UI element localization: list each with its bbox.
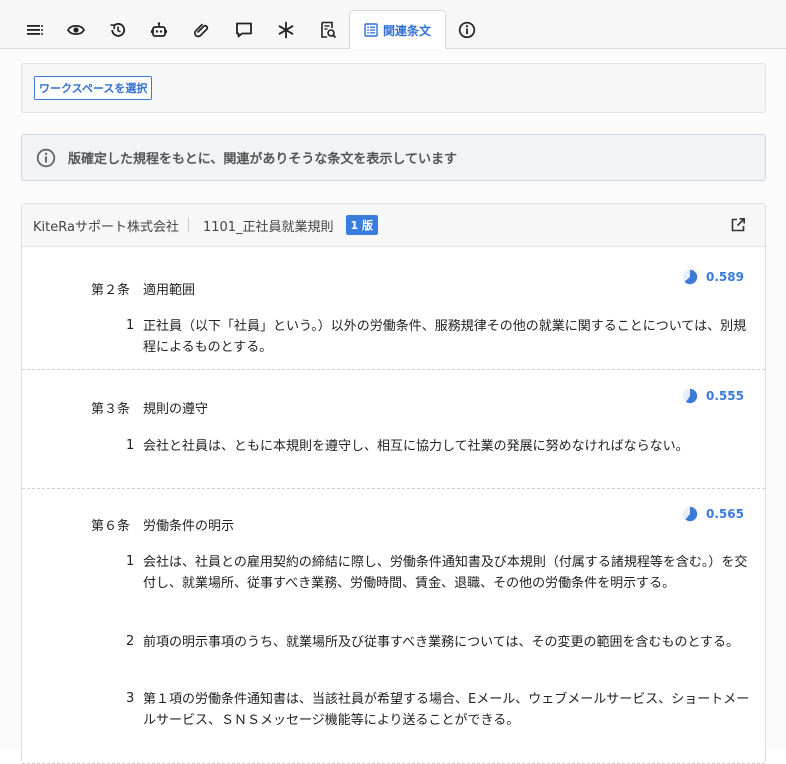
paragraph-number: 2 [126, 634, 135, 649]
tab-search[interactable] [310, 11, 346, 49]
document-name: 1101_正社員就業規則 [202, 219, 334, 235]
score-pie-icon [682, 388, 698, 404]
score-pie-icon [682, 506, 698, 522]
tab-related-articles-label: 関連条文 [382, 23, 431, 38]
article-number: 第２条 [91, 283, 131, 298]
score-value: 0.555 [706, 389, 744, 403]
company-name: KiteRaサポート株式会社 [33, 219, 179, 235]
header-divider [187, 218, 189, 232]
article-item[interactable]: 第６条 労働条件の明示 0.565 1 会社は、社員との雇用契約の締結に際し、労… [22, 489, 765, 764]
info-banner: 版確定した規程をもとに、関連がありそうな条文を表示しています [21, 134, 766, 181]
tab-preview[interactable] [58, 11, 94, 49]
relevance-score: 0.589 [682, 269, 744, 285]
relevance-score: 0.555 [682, 388, 744, 404]
score-value: 0.589 [706, 270, 744, 284]
paragraph-number: 1 [126, 318, 135, 333]
search-doc-icon [321, 21, 337, 39]
tab-info[interactable] [449, 11, 485, 49]
asterisk-icon [278, 21, 294, 39]
paragraph-text: 前項の明示事項のうち、就業場所及び従事すべき業務については、その変更の範囲を含む… [143, 635, 740, 650]
paperclip-icon [194, 23, 209, 38]
article-item[interactable]: 第３条 規則の遵守 0.555 1 会社と社員は、ともに本規則を遵守し、相互に協… [22, 370, 765, 489]
external-link-icon[interactable] [730, 217, 746, 233]
document-panel: KiteRaサポート株式会社 1101_正社員就業規則 1 版 第２条 適用範囲… [21, 203, 766, 764]
tab-comments[interactable] [226, 11, 262, 49]
tab-related-articles[interactable]: 関連条文 [349, 10, 446, 50]
paragraph-text: 第１項の労働条件通知書は、当該社員が希望する場合、Eメール、ウェブメールサービス… [143, 692, 750, 728]
version-badge: 1 版 [345, 215, 379, 235]
select-workspace-button[interactable]: ワークスペースを選択 [34, 76, 153, 100]
info-icon [458, 21, 476, 39]
related-articles-icon [364, 23, 378, 37]
info-circle-icon [36, 148, 56, 167]
comment-icon [236, 22, 252, 38]
paragraph-number: 1 [126, 554, 135, 569]
tab-bar: 関連条文 [0, 0, 786, 50]
tab-history[interactable] [100, 11, 136, 49]
workspace-box: ワークスペースを選択 [21, 63, 766, 113]
article-title: 規則の遵守 [143, 402, 209, 417]
tab-list[interactable] [17, 11, 53, 49]
document-header: KiteRaサポート株式会社 1101_正社員就業規則 1 版 [22, 204, 765, 247]
robot-icon [151, 22, 167, 37]
info-text: 版確定した規程をもとに、関連がありそうな条文を表示しています [68, 152, 457, 167]
score-pie-icon [682, 269, 698, 285]
article-title: 労働条件の明示 [143, 519, 235, 534]
history-icon [110, 23, 126, 37]
tab-attachments[interactable] [184, 11, 220, 49]
article-item[interactable]: 第２条 適用範囲 0.589 1 正社員（以下「社員」という。）以外の労働条件、… [22, 248, 765, 370]
paragraph-number: 1 [126, 438, 135, 453]
paragraph-text: 会社は、社員との雇用契約の締結に際し、労働条件通知書及び本規則（付属する諸規程等… [143, 555, 748, 591]
score-value: 0.565 [706, 507, 744, 521]
article-number: 第６条 [91, 519, 131, 534]
paragraph-text: 正社員（以下「社員」という。）以外の労働条件、服務規律その他の就業に関することに… [143, 319, 747, 355]
eye-icon [67, 24, 85, 36]
list-icon [27, 25, 43, 35]
tab-highlights[interactable] [268, 11, 304, 49]
tab-assistant[interactable] [141, 11, 177, 49]
article-number: 第３条 [91, 402, 131, 417]
related-articles-panel: ワークスペースを選択 版確定した規程をもとに、関連がありそうな条文を表示していま… [0, 49, 786, 764]
paragraph-number: 3 [126, 691, 135, 706]
paragraph-text: 会社と社員は、ともに本規則を遵守し、相互に協力して社業の発展に努めなければならな… [143, 439, 689, 454]
article-title: 適用範囲 [143, 283, 196, 298]
relevance-score: 0.565 [682, 506, 744, 522]
